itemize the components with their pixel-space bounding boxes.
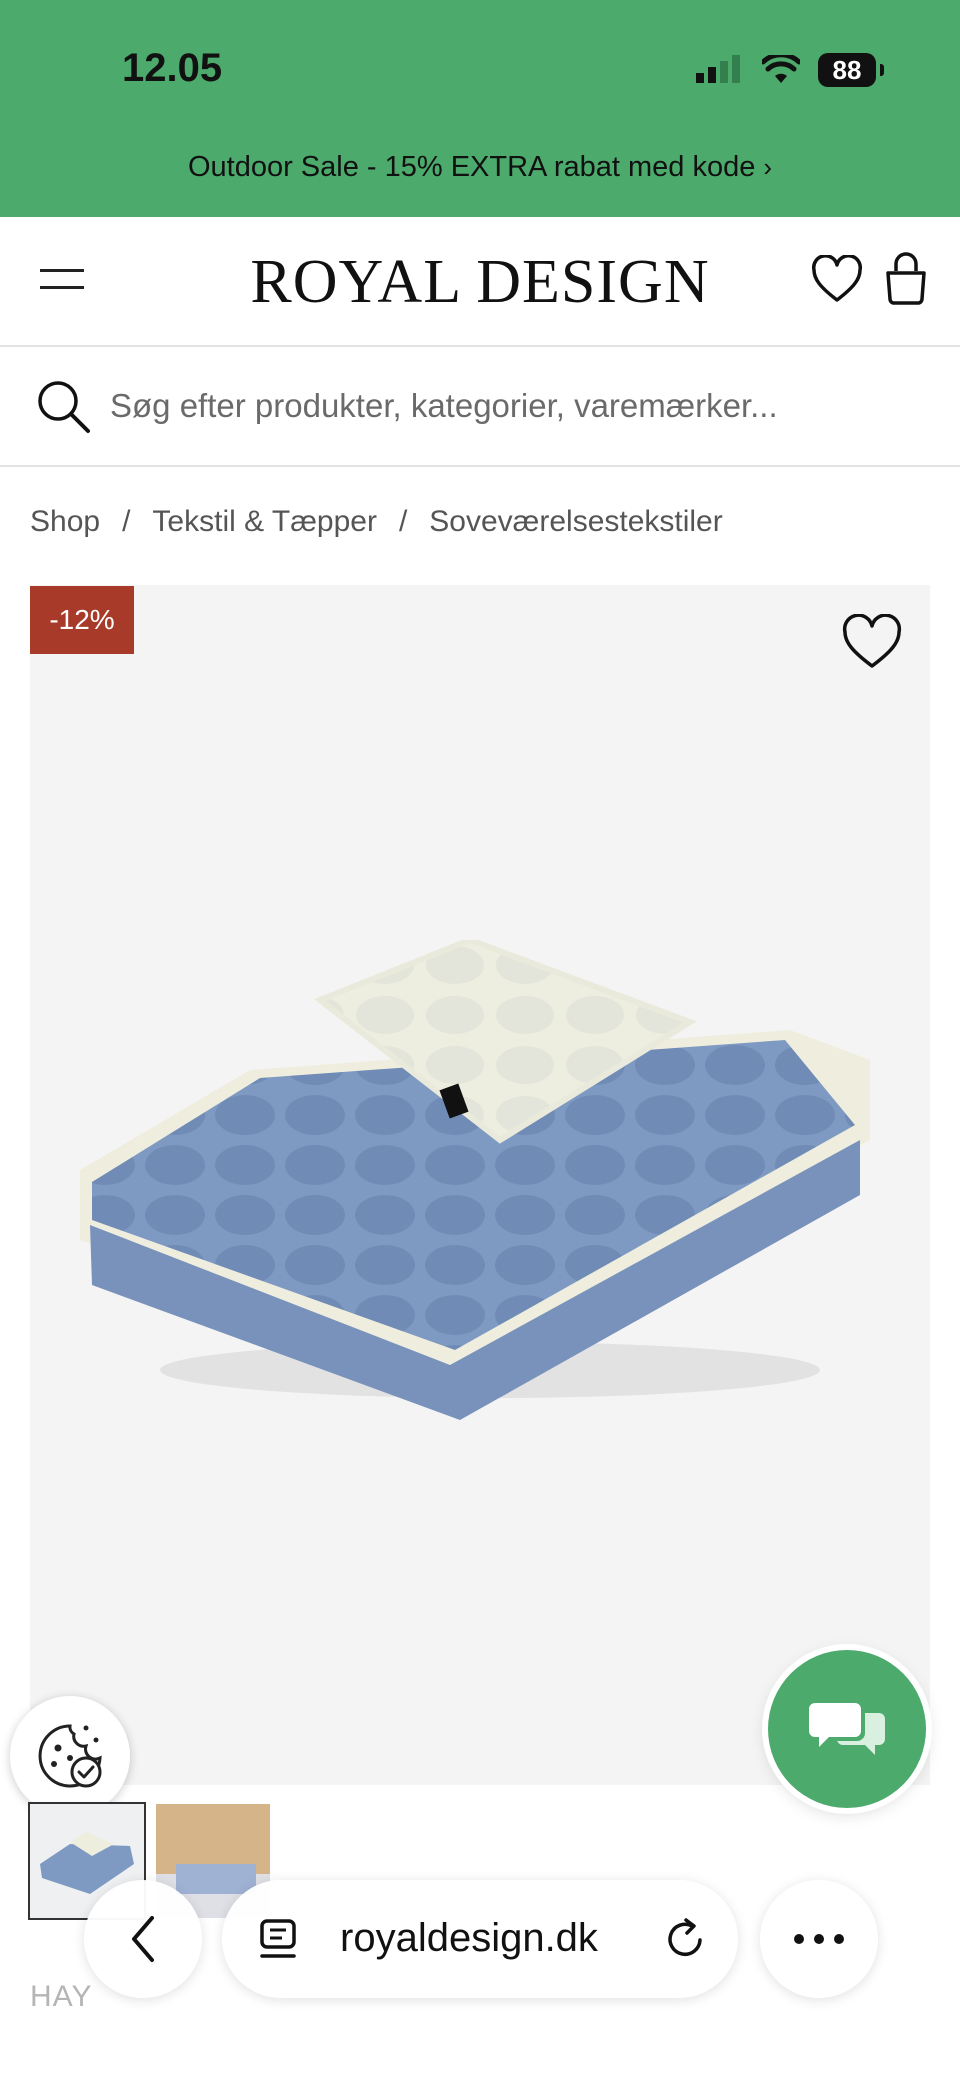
- status-bar: 12.05 88: [0, 0, 960, 118]
- search-input[interactable]: [110, 375, 930, 437]
- promo-text: Outdoor Sale - 15% EXTRA rabat med kode: [187, 151, 756, 183]
- wifi-icon: [762, 55, 800, 83]
- ellipsis-icon: [794, 1934, 844, 1944]
- breadcrumb: Shop / Tekstil & Tæpper / Soveværelseste…: [30, 505, 723, 539]
- breadcrumb-shop[interactable]: Shop: [30, 505, 100, 539]
- status-time: 12.05: [122, 46, 223, 90]
- address-bar[interactable]: royaldesign.dk: [222, 1880, 738, 1998]
- breadcrumb-textiles[interactable]: Tekstil & Tæpper: [152, 505, 377, 539]
- discount-badge: -12%: [30, 586, 134, 654]
- signal-icon: [696, 55, 740, 83]
- site-header: ROYAL DESIGN: [0, 217, 960, 347]
- url-text: royaldesign.dk: [340, 1916, 598, 1960]
- search-bar: [0, 347, 960, 467]
- page-menu-icon[interactable]: [258, 1918, 298, 1962]
- back-button[interactable]: [84, 1880, 202, 1998]
- cookie-settings-button[interactable]: [10, 1696, 130, 1816]
- favorite-heart-icon[interactable]: [840, 614, 904, 672]
- chat-icon: [809, 1703, 885, 1755]
- breadcrumb-separator: /: [122, 505, 131, 538]
- promo-banner[interactable]: Outdoor Sale - 15% EXTRA rabat med kode …: [0, 118, 960, 217]
- more-options-button[interactable]: [760, 1880, 878, 1998]
- quilt-product-illustration: [80, 940, 870, 1420]
- chat-button[interactable]: [768, 1650, 926, 1808]
- bag-icon[interactable]: [882, 251, 930, 305]
- chevron-left-icon: [132, 1916, 154, 1962]
- breadcrumb-bedroom-textiles[interactable]: Soveværelsestekstiler: [429, 505, 722, 539]
- reload-icon[interactable]: [666, 1916, 706, 1960]
- search-icon: [38, 381, 90, 433]
- breadcrumb-separator: /: [398, 505, 408, 538]
- browser-toolbar: royaldesign.dk: [0, 1870, 960, 2010]
- heart-icon[interactable]: [810, 255, 864, 305]
- chevron-right-icon: ›: [763, 152, 773, 182]
- cookie-icon: [38, 1724, 102, 1788]
- battery-icon: 88: [818, 53, 884, 87]
- system-icons: 88: [696, 52, 884, 88]
